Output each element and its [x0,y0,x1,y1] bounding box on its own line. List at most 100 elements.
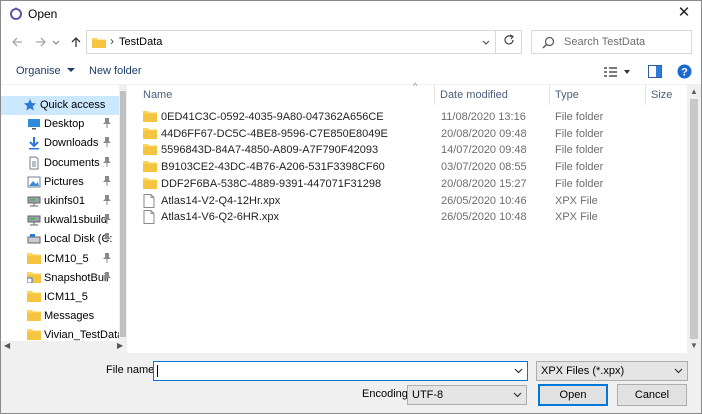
breadcrumb-testdata[interactable]: TestData [119,36,162,48]
sidebar-item[interactable]: Downloads [1,134,119,153]
file-type: XPX File [555,211,598,224]
file-row[interactable]: Atlas14-V2-Q4-12Hr.xpx 26/05/2020 10:46 XP… [131,193,687,209]
refresh-button[interactable] [496,30,522,54]
caret-down-icon [66,68,75,72]
sidebar-item[interactable]: Messages [1,307,119,326]
scroll-up-icon[interactable]: ▲ [690,87,698,96]
recent-locations-button[interactable] [51,35,61,51]
view-options-button[interactable] [604,66,630,81]
file-type: File folder [555,177,604,190]
column-headers: ^ Name Date modified Type Size [131,81,687,105]
sidebar-item[interactable]: Quick access [1,96,119,115]
cancel-button[interactable]: Cancel [617,384,687,406]
file-name: 0ED41C3C-0592-4035-9A80-047362A656CE [161,111,384,123]
breadcrumb-separator[interactable]: › [110,34,114,48]
new-folder-button[interactable]: New folder [89,65,142,77]
pin-icon[interactable] [102,252,112,267]
pictures-icon [27,175,41,189]
sidebar-item[interactable]: ICM11_5 [1,288,119,307]
file-date-modified: 26/05/2020 10:46 [441,194,527,207]
file-name: DDF2F6BA-538C-4889-9391-447071F31298 [161,177,382,190]
scroll-down-icon[interactable]: ▼ [690,341,698,350]
help-icon: ? [677,64,692,79]
address-dropdown-button[interactable] [481,35,491,52]
folder-icon [27,252,41,266]
back-button[interactable] [9,35,25,51]
pin-icon[interactable] [102,175,112,190]
file-type: File folder [555,144,604,157]
file-icon [143,193,157,208]
chevron-down-icon [482,40,490,45]
pin-icon[interactable] [102,136,112,151]
up-button[interactable] [68,35,84,51]
sidebar-item-label: Quick access [40,99,106,111]
encoding-select[interactable]: UTF-8 [407,385,527,405]
scroll-thumb[interactable] [690,99,698,339]
forward-button[interactable] [33,35,49,51]
navigation-pane-scrollbar[interactable] [119,85,127,353]
column-size[interactable]: Size [651,89,672,101]
scroll-left-icon[interactable]: ◀ [4,341,10,350]
download-icon [27,136,41,150]
pin-icon[interactable] [102,232,112,247]
folder-icon [143,110,157,123]
details-view-icon [604,67,630,77]
column-divider[interactable] [434,85,435,105]
sidebar-item[interactable]: ukinfs01 [1,192,119,211]
column-type[interactable]: Type [555,89,579,101]
file-row[interactable]: 5596843D-84A7-4850-A809-A7F790F42093 14/0… [131,142,687,158]
arrow-up-icon [71,37,81,47]
file-list: 0ED41C3C-0592-4035-9A80-047362A656CE 11/0… [131,109,687,349]
file-name: 5596843D-84A7-4850-A809-A7F790F42093 [161,144,379,157]
sidebar-item[interactable]: SnapshotBuil [1,269,119,288]
search-box[interactable]: Search TestData [531,30,692,54]
folder-icon [143,160,157,173]
open-dialog: Open ✕ › TestData Search TestData Organi… [0,0,702,414]
sidebar-item[interactable]: Documents [1,154,119,173]
scroll-right-icon[interactable]: ▶ [117,341,123,350]
sidebar-item[interactable]: Local Disk (C: [1,230,119,249]
folder-icon [143,143,157,156]
chevron-down-icon [513,389,522,403]
scroll-thumb[interactable] [120,91,126,337]
chevron-down-icon[interactable] [514,365,523,379]
file-date-modified: 03/07/2020 08:55 [441,161,527,174]
file-name-input[interactable] [153,361,528,381]
pin-icon[interactable] [102,194,112,209]
file-type: File folder [555,111,604,123]
file-list-scrollbar[interactable]: ▲ ▼ [687,85,701,353]
file-row[interactable]: 44D6FF67-DC5C-4BE8-9596-C7E850E8049E 20/0… [131,126,687,142]
file-row[interactable]: Atlas14-V6-Q2-6HR.xpx 26/05/2020 10:48 XPX… [131,209,687,225]
shortcut-icon [26,271,41,285]
folder-icon [27,309,41,323]
sidebar-item[interactable]: ukwal1sbuild [1,211,119,230]
navigation-pane-hscrollbar[interactable]: ◀ ▶ [1,341,127,353]
pin-icon[interactable] [102,213,112,228]
pin-icon[interactable] [102,156,112,171]
column-divider[interactable] [645,85,646,105]
file-date-modified: 26/05/2020 10:48 [441,211,527,224]
sidebar-item[interactable]: Desktop [1,115,119,134]
open-button[interactable]: Open [538,384,608,406]
file-type-filter[interactable]: XPX Files (*.xpx) [536,361,688,381]
file-row[interactable]: 0ED41C3C-0592-4035-9A80-047362A656CE 11/0… [131,109,687,125]
pin-icon[interactable] [102,117,112,132]
folder-icon [143,177,157,190]
close-button[interactable]: ✕ [667,1,701,25]
sidebar-item-label: ICM11_5 [44,291,88,303]
address-bar[interactable]: › TestData [86,30,496,54]
column-divider[interactable] [549,85,550,105]
folder-icon [27,290,41,304]
file-row[interactable]: B9103CE2-43DC-4B76-A206-531F3398CF60 03/0… [131,159,687,175]
organise-button[interactable]: Organise [16,65,75,77]
sidebar-item[interactable]: ICM10_5 [1,250,119,269]
preview-pane-button[interactable] [648,65,662,81]
sidebar-item[interactable]: Pictures [1,173,119,192]
file-row[interactable]: DDF2F6BA-538C-4889-9391-447071F31298 20/0… [131,176,687,192]
column-date-modified[interactable]: Date modified [440,89,508,101]
pin-icon[interactable] [102,271,112,286]
command-bar: Organise New folder ? [1,61,701,85]
column-name[interactable]: Name [143,89,172,101]
file-name-label: File name: [106,364,158,376]
help-button[interactable]: ? [677,64,692,82]
